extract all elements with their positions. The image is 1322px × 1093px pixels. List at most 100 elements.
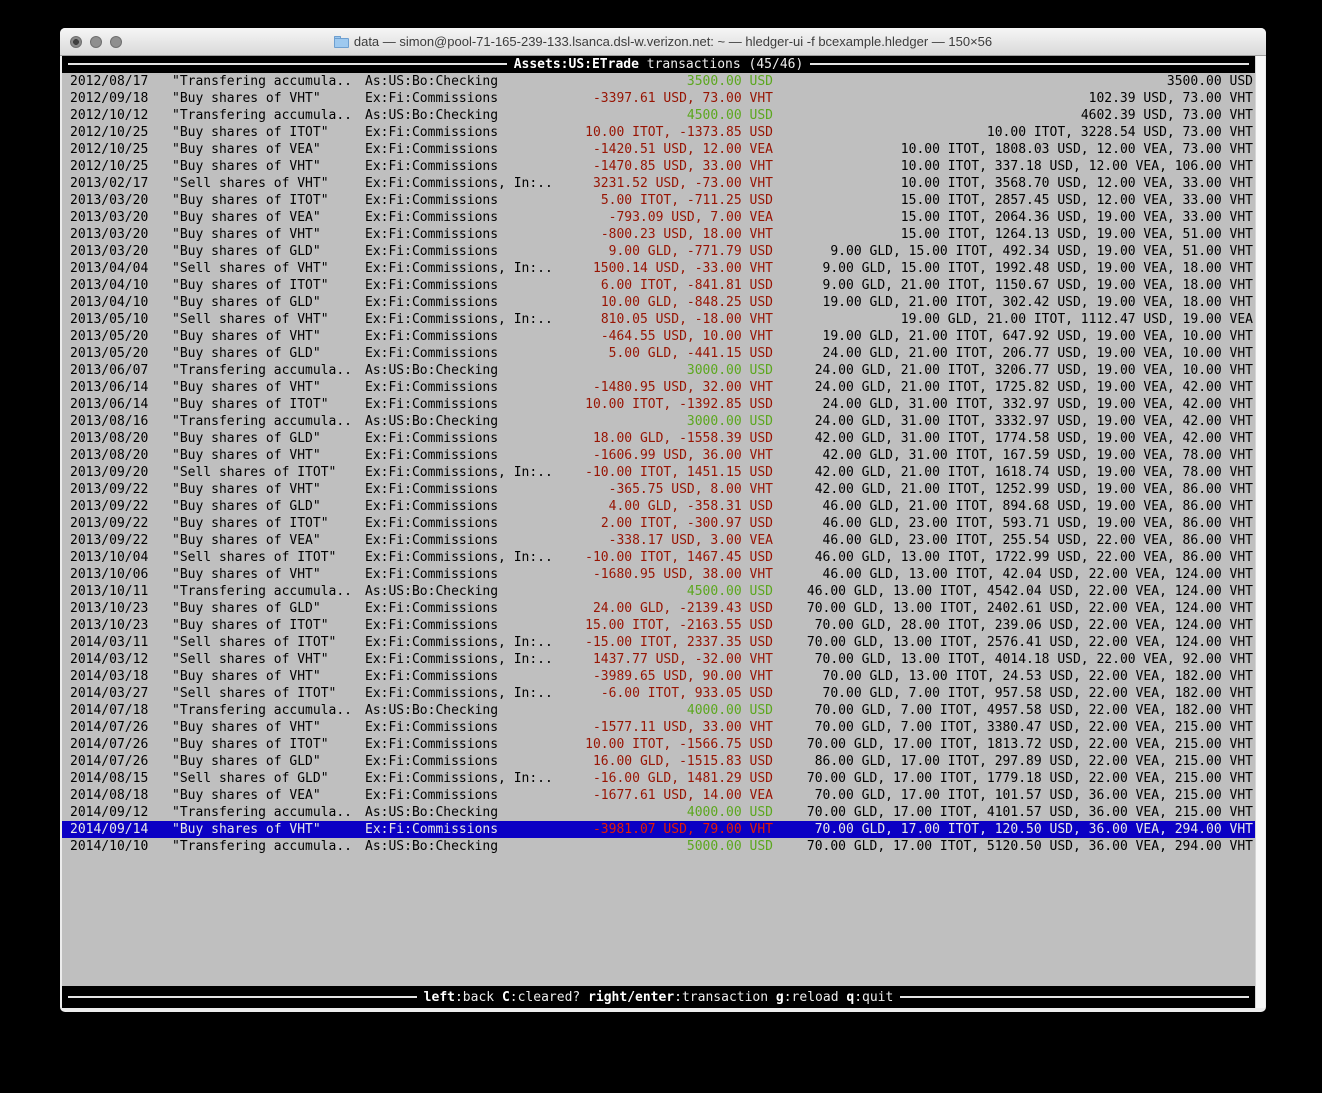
- transaction-running-balance: 9.00 GLD, 15.00 ITOT, 492.34 USD, 19.00 …: [787, 243, 1253, 260]
- transaction-amount: -3397.61 USD, 73.00 VHT: [492, 90, 773, 107]
- transaction-description: "Buy shares of VHT": [172, 90, 321, 107]
- transaction-running-balance: 42.00 GLD, 31.00 ITOT, 167.59 USD, 19.00…: [787, 447, 1253, 464]
- close-button[interactable]: [70, 36, 82, 48]
- transaction-row[interactable]: 2012/08/17 "Transfering accumula.. As:US…: [62, 73, 1255, 90]
- transaction-date: 2013/09/22: [70, 498, 148, 515]
- transaction-row[interactable]: 2014/03/18 "Buy shares of VHT" Ex:Fi:Com…: [62, 668, 1255, 685]
- transaction-row[interactable]: 2013/10/23 "Buy shares of ITOT" Ex:Fi:Co…: [62, 617, 1255, 634]
- transaction-row[interactable]: 2012/10/12 "Transfering accumula.. As:US…: [62, 107, 1255, 124]
- transaction-row[interactable]: 2013/02/17 "Sell shares of VHT" Ex:Fi:Co…: [62, 175, 1255, 192]
- transaction-row[interactable]: 2013/06/14 "Buy shares of VHT" Ex:Fi:Com…: [62, 379, 1255, 396]
- transaction-date: 2013/04/10: [70, 277, 148, 294]
- transaction-row[interactable]: 2013/06/14 "Buy shares of ITOT" Ex:Fi:Co…: [62, 396, 1255, 413]
- transaction-description: "Sell shares of VHT": [172, 260, 329, 277]
- transaction-running-balance: 70.00 GLD, 13.00 ITOT, 2402.61 USD, 22.0…: [787, 600, 1253, 617]
- transaction-other-accounts: Ex:Fi:Commissions: [365, 787, 498, 804]
- transaction-date: 2013/09/22: [70, 515, 148, 532]
- transaction-description: "Buy shares of VHT": [172, 566, 321, 583]
- transaction-row[interactable]: 2013/05/10 "Sell shares of VHT" Ex:Fi:Co…: [62, 311, 1255, 328]
- window-title: data — simon@pool-71-165-239-133.lsanca.…: [60, 28, 1266, 55]
- transaction-other-accounts: Ex:Fi:Commissions: [365, 209, 498, 226]
- transaction-description: "Buy shares of VEA": [172, 787, 321, 804]
- transaction-row[interactable]: 2014/07/26 "Buy shares of GLD" Ex:Fi:Com…: [62, 753, 1255, 770]
- transaction-other-accounts: Ex:Fi:Commissions: [365, 124, 498, 141]
- transaction-row[interactable]: 2013/10/11 "Transfering accumula.. As:US…: [62, 583, 1255, 600]
- transaction-amount: 4000.00 USD: [492, 702, 773, 719]
- minimize-button[interactable]: [90, 36, 102, 48]
- transaction-row[interactable]: 2013/06/07 "Transfering accumula.. As:US…: [62, 362, 1255, 379]
- transaction-row[interactable]: 2014/09/12 "Transfering accumula.. As:US…: [62, 804, 1255, 821]
- transaction-amount: -16.00 GLD, 1481.29 USD: [492, 770, 773, 787]
- transaction-row[interactable]: 2014/10/10 "Transfering accumula.. As:US…: [62, 838, 1255, 855]
- transaction-row[interactable]: 2013/10/06 "Buy shares of VHT" Ex:Fi:Com…: [62, 566, 1255, 583]
- transaction-description: "Transfering accumula..: [172, 804, 352, 821]
- transaction-row[interactable]: 2013/04/04 "Sell shares of VHT" Ex:Fi:Co…: [62, 260, 1255, 277]
- transaction-row[interactable]: 2014/03/11 "Sell shares of ITOT" Ex:Fi:C…: [62, 634, 1255, 651]
- transaction-amount: -15.00 ITOT, 2337.35 USD: [492, 634, 773, 651]
- transaction-running-balance: 10.00 ITOT, 3228.54 USD, 73.00 VHT: [787, 124, 1253, 141]
- transaction-description: "Buy shares of GLD": [172, 600, 321, 617]
- transaction-amount: -338.17 USD, 3.00 VEA: [492, 532, 773, 549]
- transaction-other-accounts: Ex:Fi:Commissions: [365, 821, 498, 838]
- transaction-other-accounts: Ex:Fi:Commissions: [365, 481, 498, 498]
- transaction-row[interactable]: 2013/09/22 "Buy shares of VEA" Ex:Fi:Com…: [62, 532, 1255, 549]
- transaction-row[interactable]: 2013/09/22 "Buy shares of ITOT" Ex:Fi:Co…: [62, 515, 1255, 532]
- window-titlebar[interactable]: data — simon@pool-71-165-239-133.lsanca.…: [60, 28, 1266, 56]
- transaction-row[interactable]: 2013/10/23 "Buy shares of GLD" Ex:Fi:Com…: [62, 600, 1255, 617]
- transaction-row[interactable]: 2014/08/18 "Buy shares of VEA" Ex:Fi:Com…: [62, 787, 1255, 804]
- transaction-row[interactable]: 2014/09/14 "Buy shares of VHT" Ex:Fi:Com…: [62, 821, 1255, 838]
- transaction-row[interactable]: 2013/03/20 "Buy shares of VEA" Ex:Fi:Com…: [62, 209, 1255, 226]
- transaction-description: "Transfering accumula..: [172, 107, 352, 124]
- transaction-row[interactable]: 2013/10/04 "Sell shares of ITOT" Ex:Fi:C…: [62, 549, 1255, 566]
- transaction-amount: -6.00 ITOT, 933.05 USD: [492, 685, 773, 702]
- transaction-row[interactable]: 2013/04/10 "Buy shares of GLD" Ex:Fi:Com…: [62, 294, 1255, 311]
- transaction-date: 2013/04/10: [70, 294, 148, 311]
- transaction-date: 2014/09/12: [70, 804, 148, 821]
- transaction-running-balance: 24.00 GLD, 31.00 ITOT, 332.97 USD, 19.00…: [787, 396, 1253, 413]
- transaction-running-balance: 102.39 USD, 73.00 VHT: [787, 90, 1253, 107]
- transaction-row[interactable]: 2013/03/20 "Buy shares of VHT" Ex:Fi:Com…: [62, 226, 1255, 243]
- transaction-row[interactable]: 2014/03/27 "Sell shares of ITOT" Ex:Fi:C…: [62, 685, 1255, 702]
- transaction-row[interactable]: 2013/08/20 "Buy shares of VHT" Ex:Fi:Com…: [62, 447, 1255, 464]
- transaction-row[interactable]: 2014/07/26 "Buy shares of VHT" Ex:Fi:Com…: [62, 719, 1255, 736]
- transaction-row[interactable]: 2013/05/20 "Buy shares of GLD" Ex:Fi:Com…: [62, 345, 1255, 362]
- transaction-row[interactable]: 2013/09/22 "Buy shares of VHT" Ex:Fi:Com…: [62, 481, 1255, 498]
- register-header-bar: Assets:US:ETrade transactions (45/46): [62, 56, 1255, 73]
- transaction-row[interactable]: 2013/03/20 "Buy shares of GLD" Ex:Fi:Com…: [62, 243, 1255, 260]
- transaction-description: "Buy shares of VHT": [172, 668, 321, 685]
- transaction-other-accounts: As:US:Bo:Checking: [365, 362, 498, 379]
- transaction-amount: 24.00 GLD, -2139.43 USD: [492, 600, 773, 617]
- transaction-row[interactable]: 2014/07/18 "Transfering accumula.. As:US…: [62, 702, 1255, 719]
- transaction-row[interactable]: 2013/08/16 "Transfering accumula.. As:US…: [62, 413, 1255, 430]
- help-key-c: C: [502, 990, 510, 1005]
- transaction-row[interactable]: 2013/04/10 "Buy shares of ITOT" Ex:Fi:Co…: [62, 277, 1255, 294]
- transaction-row[interactable]: 2014/08/15 "Sell shares of GLD" Ex:Fi:Co…: [62, 770, 1255, 787]
- transaction-amount: -10.00 ITOT, 1467.45 USD: [492, 549, 773, 566]
- transaction-description: "Buy shares of ITOT": [172, 124, 329, 141]
- transaction-running-balance: 46.00 GLD, 13.00 ITOT, 42.04 USD, 22.00 …: [787, 566, 1253, 583]
- transaction-amount: 5000.00 USD: [492, 838, 773, 855]
- zoom-button[interactable]: [110, 36, 122, 48]
- transaction-row[interactable]: 2013/09/20 "Sell shares of ITOT" Ex:Fi:C…: [62, 464, 1255, 481]
- transaction-running-balance: 70.00 GLD, 13.00 ITOT, 24.53 USD, 22.00 …: [787, 668, 1253, 685]
- transaction-row[interactable]: 2013/03/20 "Buy shares of ITOT" Ex:Fi:Co…: [62, 192, 1255, 209]
- transaction-row[interactable]: 2012/10/25 "Buy shares of VHT" Ex:Fi:Com…: [62, 158, 1255, 175]
- transaction-amount: 810.05 USD, -18.00 VHT: [492, 311, 773, 328]
- transaction-description: "Buy shares of GLD": [172, 345, 321, 362]
- transaction-running-balance: 86.00 GLD, 17.00 ITOT, 297.89 USD, 22.00…: [787, 753, 1253, 770]
- transaction-row[interactable]: 2014/03/12 "Sell shares of VHT" Ex:Fi:Co…: [62, 651, 1255, 668]
- transaction-description: "Buy shares of GLD": [172, 243, 321, 260]
- transaction-row[interactable]: 2013/05/20 "Buy shares of VHT" Ex:Fi:Com…: [62, 328, 1255, 345]
- transaction-row[interactable]: 2012/10/25 "Buy shares of ITOT" Ex:Fi:Co…: [62, 124, 1255, 141]
- terminal-scrollbar[interactable]: [1255, 56, 1265, 1008]
- transaction-row[interactable]: 2014/07/26 "Buy shares of ITOT" Ex:Fi:Co…: [62, 736, 1255, 753]
- transaction-date: 2014/07/26: [70, 719, 148, 736]
- transaction-row[interactable]: 2013/08/20 "Buy shares of GLD" Ex:Fi:Com…: [62, 430, 1255, 447]
- terminal-window: data — simon@pool-71-165-239-133.lsanca.…: [60, 28, 1266, 1012]
- transaction-other-accounts: Ex:Fi:Commissions: [365, 328, 498, 345]
- transaction-row[interactable]: 2012/09/18 "Buy shares of VHT" Ex:Fi:Com…: [62, 90, 1255, 107]
- transaction-running-balance: 70.00 GLD, 17.00 ITOT, 101.57 USD, 36.00…: [787, 787, 1253, 804]
- transaction-row[interactable]: 2012/10/25 "Buy shares of VEA" Ex:Fi:Com…: [62, 141, 1255, 158]
- transaction-row[interactable]: 2013/09/22 "Buy shares of GLD" Ex:Fi:Com…: [62, 498, 1255, 515]
- transaction-running-balance: 70.00 GLD, 17.00 ITOT, 5120.50 USD, 36.0…: [787, 838, 1253, 855]
